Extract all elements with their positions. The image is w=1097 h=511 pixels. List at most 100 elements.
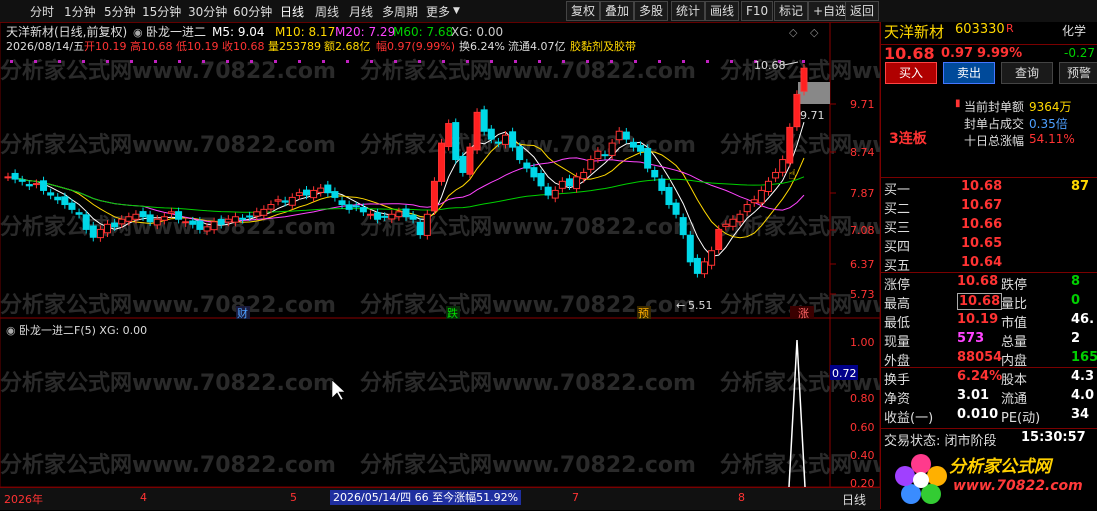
candle-body: [587, 159, 595, 170]
event-badge-forecast[interactable]: 预: [638, 307, 649, 320]
tab-more[interactable]: 更多: [426, 3, 450, 20]
buy-button[interactable]: 买入: [885, 62, 937, 84]
price-tick: 5.73: [850, 288, 875, 301]
candle-body: [651, 170, 659, 178]
candle-body: [381, 215, 389, 218]
price-tick: 6.37: [850, 258, 875, 271]
watermark: 分析家公式网www.70822.com: [0, 292, 336, 318]
f10-button[interactable]: F10: [741, 1, 774, 21]
candle-body: [68, 202, 76, 210]
candle-body: [224, 218, 232, 223]
stat-label: 股本: [1001, 373, 1028, 388]
price-tick: 9.71: [850, 98, 875, 111]
timeline-bar[interactable]: 2026年 4 5 2026/05/14/四 66 至今涨幅51.92% 7 8…: [0, 487, 880, 510]
sub-tick: 0.80: [850, 392, 875, 405]
bid-label: 买四: [884, 240, 911, 255]
candle-body: [231, 216, 239, 223]
query-button[interactable]: 查询: [1001, 62, 1053, 84]
candle-body: [388, 213, 396, 220]
adjust-button[interactable]: 复权: [566, 1, 601, 21]
tab-minute[interactable]: 分时: [30, 3, 54, 20]
candle-body: [686, 234, 694, 263]
candle-body: [772, 171, 780, 179]
tab-60min[interactable]: 60分钟: [233, 3, 272, 20]
sub-indicator-title[interactable]: 卧龙一进二F(5) XG: 0.00: [19, 324, 147, 337]
expand-icon[interactable]: ◇: [789, 26, 798, 39]
price-change-pct: 9.99%: [977, 46, 1023, 61]
more-dropdown-icon[interactable]: ▼: [453, 6, 460, 16]
timeline-period[interactable]: 日线: [842, 491, 866, 508]
collapse-icon[interactable]: ◇: [810, 26, 819, 39]
hand-cursor-icon: ☝: [788, 167, 797, 183]
alert-button[interactable]: 预警: [1059, 62, 1097, 84]
candle-body: [139, 211, 147, 218]
quote-panel: 天洋新材 603330 R 化学 10.68 0.97 9.99% -0.27 …: [880, 22, 1097, 509]
stat-label: 净资: [884, 392, 911, 407]
bid-price[interactable]: 10.67: [961, 198, 1002, 213]
candle-body: [47, 192, 55, 196]
sub-indicator-toggle-icon[interactable]: ◉: [6, 324, 16, 337]
back-button[interactable]: 返回: [845, 1, 880, 21]
tab-multi-period[interactable]: 多周期: [382, 3, 418, 20]
stat-value: 165: [1071, 350, 1097, 365]
candle-body: [288, 196, 296, 206]
kline-chart-area[interactable]: 分析家公式网www.70822.com 分析家公式网www.70822.com …: [0, 21, 1056, 490]
multi-stock-button[interactable]: 多股: [634, 1, 669, 21]
event-badge-drop[interactable]: 跌: [447, 306, 458, 320]
bid-price[interactable]: 10.65: [961, 236, 1002, 251]
candle-body: [217, 218, 225, 225]
candle-body: [402, 208, 410, 218]
watermark: 分析家公式网www.70822.com: [0, 58, 336, 84]
watermark: 分析家公式网www.70822.com: [0, 452, 336, 478]
candle-body: [32, 183, 40, 186]
tab-5min[interactable]: 5分钟: [104, 3, 136, 20]
candle-body: [637, 144, 645, 152]
kline-chart-svg[interactable]: 分析家公式网www.70822.com 分析家公式网www.70822.com …: [0, 21, 1056, 490]
signal-dot: [490, 60, 493, 63]
candle-body: [160, 216, 168, 221]
candle-body: [352, 205, 360, 208]
candle-body: [786, 126, 794, 164]
bid-price[interactable]: 10.64: [961, 255, 1002, 270]
tab-monthly[interactable]: 月线: [349, 3, 373, 20]
statistics-button[interactable]: 统计: [671, 1, 706, 21]
sell-button[interactable]: 卖出: [943, 62, 995, 84]
candle-body: [317, 187, 325, 193]
candle-body: [416, 221, 424, 236]
bid-price[interactable]: 10.66: [961, 217, 1002, 232]
tab-15min[interactable]: 15分钟: [142, 3, 181, 20]
indicator-toggle-icon[interactable]: ◉: [133, 26, 143, 39]
candle-body: [246, 215, 254, 218]
stock-code: 603330: [955, 22, 1005, 37]
mark-button[interactable]: 标记: [774, 1, 809, 21]
candle-body: [601, 154, 609, 157]
candle-body: [715, 228, 723, 251]
stat-label: 跌停: [1001, 278, 1028, 293]
stat-value: 88054: [957, 350, 1003, 365]
stat-value: 4.3: [1071, 369, 1095, 384]
trade-state: 交易状态: 闭市阶段: [884, 434, 997, 449]
event-badge-rise[interactable]: 涨: [798, 307, 809, 320]
signal-dot: [154, 60, 157, 63]
candle-body: [615, 130, 623, 141]
candle-body: [736, 213, 744, 223]
info-concept[interactable]: 胶黏剂及胶带: [570, 39, 636, 53]
signal-dot: [226, 60, 229, 63]
bid-price[interactable]: 10.68: [961, 179, 1002, 194]
candle-body: [523, 162, 531, 169]
tab-1min[interactable]: 1分钟: [64, 3, 96, 20]
draw-line-button[interactable]: 画线: [705, 1, 740, 21]
overlay-button[interactable]: 叠加: [600, 1, 635, 21]
stat-label: 现量: [884, 335, 911, 350]
event-badge-finance[interactable]: 财: [237, 306, 248, 320]
tab-daily[interactable]: 日线: [280, 3, 304, 20]
candle-body: [573, 176, 581, 190]
indicator-name[interactable]: 卧龙一进二: [146, 25, 206, 39]
signal-dot: [682, 60, 685, 63]
seal-stat-value: 54.11%: [1029, 132, 1075, 146]
trade-time: 15:30:57: [1021, 430, 1086, 445]
candle-body: [658, 178, 666, 191]
tab-weekly[interactable]: 周线: [315, 3, 339, 20]
tab-30min[interactable]: 30分钟: [188, 3, 227, 20]
signal-dot: [586, 60, 589, 63]
